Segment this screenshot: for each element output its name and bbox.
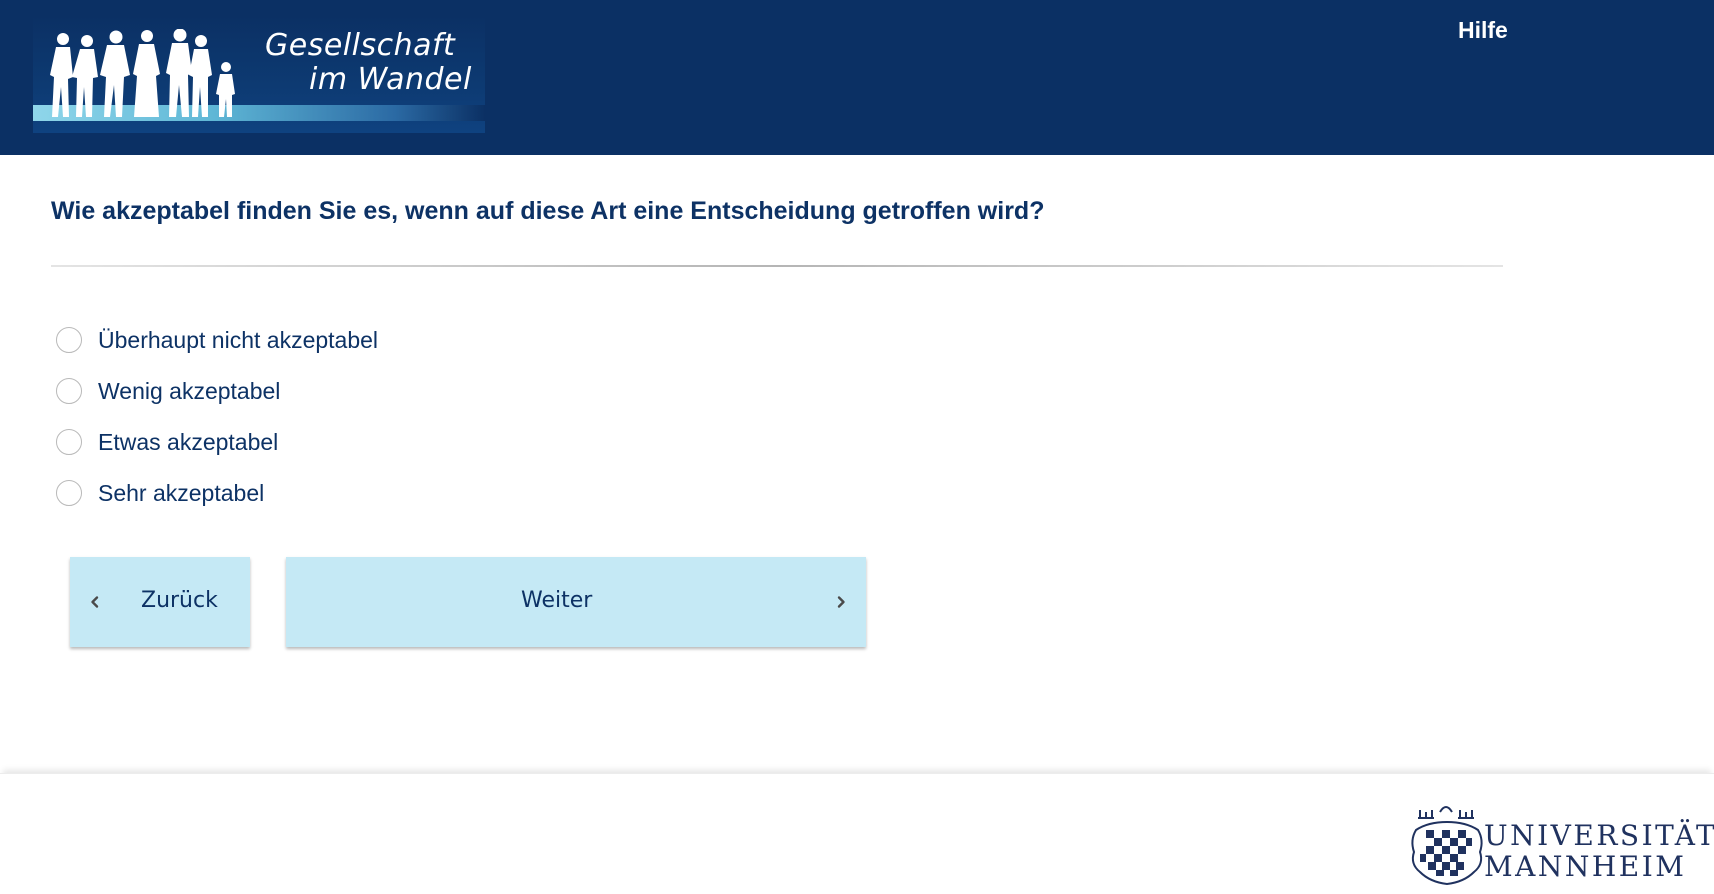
- question-text: Wie akzeptabel finden Sie es, wenn auf d…: [51, 197, 1045, 225]
- question-divider: [51, 265, 1503, 267]
- logo-wordmark: Gesellschaft im Wandel: [247, 29, 477, 97]
- answer-option-ueberhaupt-nicht[interactable]: Überhaupt nicht akzeptabel: [56, 327, 756, 353]
- universitaet-mannheim-logo: UNIVERSITÄT MANNHEIM: [1406, 800, 1714, 886]
- university-name-line-1: UNIVERSITÄT: [1484, 819, 1714, 852]
- radio-button[interactable]: [56, 480, 82, 506]
- logo-line-1: Gesellschaft: [265, 28, 456, 63]
- answer-option-label: Überhaupt nicht akzeptabel: [98, 326, 379, 353]
- page-header: Gesellschaft im Wandel Hilfe: [0, 0, 1714, 155]
- back-button[interactable]: Zurück: [70, 557, 250, 647]
- radio-button[interactable]: [56, 327, 82, 353]
- answer-option-wenig[interactable]: Wenig akzeptabel: [56, 378, 756, 404]
- answer-option-sehr[interactable]: Sehr akzeptabel: [56, 480, 756, 506]
- answer-option-etwas[interactable]: Etwas akzeptabel: [56, 429, 756, 455]
- radio-button[interactable]: [56, 378, 82, 404]
- next-button[interactable]: Weiter: [286, 557, 866, 647]
- university-crest-icon: [1411, 806, 1483, 886]
- chevron-left-icon: [91, 596, 99, 608]
- answer-option-label: Sehr akzeptabel: [98, 479, 265, 506]
- page-footer: UNIVERSITÄT MANNHEIM: [0, 773, 1714, 894]
- gesellschaft-im-wandel-logo: Gesellschaft im Wandel: [33, 15, 485, 133]
- university-name: UNIVERSITÄT MANNHEIM: [1484, 820, 1714, 882]
- next-button-label: Weiter: [521, 588, 593, 613]
- people-silhouettes-icon: [50, 29, 235, 117]
- radio-button[interactable]: [56, 429, 82, 455]
- logo-line-2: im Wandel: [309, 62, 472, 97]
- university-name-line-2: MANNHEIM: [1484, 850, 1687, 883]
- answer-options: Überhaupt nicht akzeptabel Wenig akzepta…: [56, 327, 756, 531]
- back-button-label: Zurück: [141, 588, 218, 613]
- answer-option-label: Etwas akzeptabel: [98, 428, 279, 455]
- answer-option-label: Wenig akzeptabel: [98, 377, 281, 404]
- chevron-right-icon: [837, 596, 845, 608]
- help-link[interactable]: Hilfe: [1458, 17, 1508, 44]
